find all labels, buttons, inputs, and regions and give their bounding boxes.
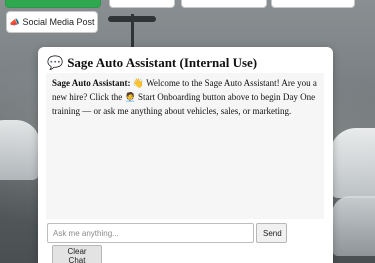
panel-title: 💬 Sage Auto Assistant (Internal Use) (47, 55, 257, 71)
send-button[interactable]: Send (256, 223, 287, 243)
speech-bubble-icon: 💬 (47, 55, 64, 70)
parked-car-right (330, 128, 375, 198)
social-media-post-button[interactable]: 📣 Social Media Post (6, 11, 98, 33)
panel-title-text: Sage Auto Assistant (Internal Use) (67, 55, 258, 70)
parked-car-right-lower (332, 196, 375, 256)
chat-history: Sage Auto Assistant: 👋 Welcome to the Sa… (46, 73, 324, 219)
top-toolbar-button-3[interactable] (181, 0, 267, 8)
parked-car-left (0, 120, 40, 180)
chat-input[interactable] (47, 223, 254, 243)
message-speaker: Sage Auto Assistant: (52, 78, 131, 88)
wave-icon: 👋 (132, 78, 144, 88)
megaphone-icon: 📣 (9, 17, 20, 27)
top-toolbar-button-2[interactable] (109, 0, 175, 8)
start-onboarding-button[interactable] (5, 0, 101, 8)
person-icon: 🧑‍💼 (124, 92, 136, 102)
clear-chat-button[interactable]: Clear Chat (52, 245, 102, 263)
top-toolbar-button-4[interactable] (271, 0, 355, 8)
chat-message: Sage Auto Assistant: 👋 Welcome to the Sa… (52, 76, 318, 118)
assistant-panel: 💬 Sage Auto Assistant (Internal Use) Sag… (38, 47, 333, 263)
social-media-post-label: Social Media Post (22, 17, 95, 27)
